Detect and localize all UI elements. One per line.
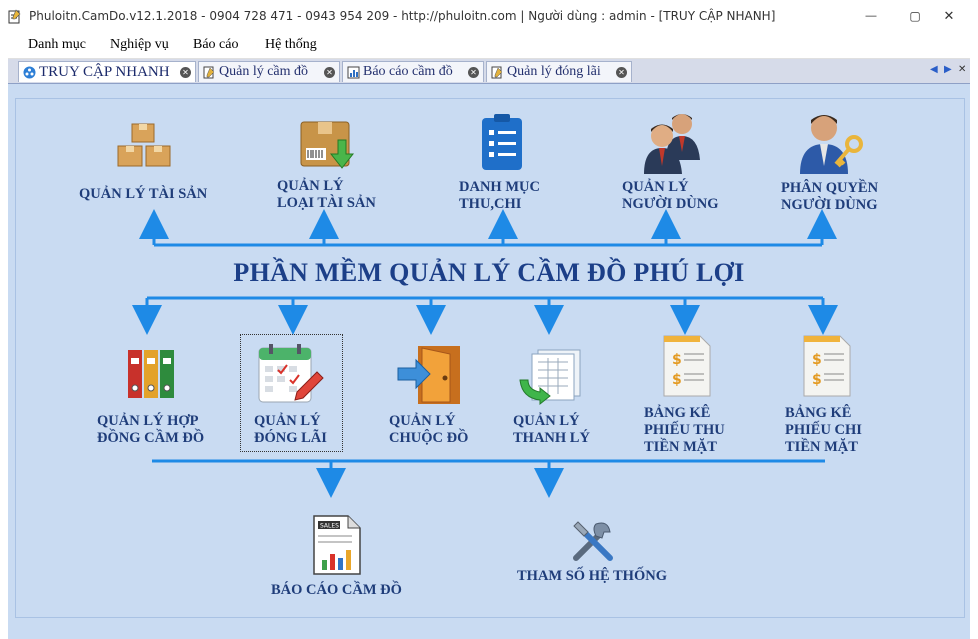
maximize-button[interactable]: ▢ <box>898 4 932 28</box>
item-bang-ke-phieu-chi[interactable]: BẢNG KÊ PHIẾU CHI TIỀN MẶT <box>785 405 862 456</box>
tab-close-icon[interactable]: ✕ <box>616 66 627 78</box>
calendar-edit-icon[interactable] <box>257 342 327 408</box>
item-bang-ke-phieu-thu[interactable]: BẢNG KÊ PHIẾU THU TIỀN MẶT <box>644 405 725 456</box>
document-edit-icon <box>491 66 503 78</box>
main-title: PHẦN MỀM QUẢN LÝ CẦM ĐỒ PHÚ LỢI <box>233 258 745 287</box>
tab-label: TRUY CẬP NHANH <box>39 63 170 80</box>
close-button[interactable]: ✕ <box>932 4 966 28</box>
quick-access-icon <box>23 66 36 78</box>
item-quan-ly-dong-lai[interactable]: QUẢN LÝ ĐÓNG LÃI <box>254 413 327 447</box>
svg-text:$: $ <box>672 352 682 368</box>
menu-bao-cao[interactable]: Báo cáo <box>193 37 238 53</box>
title-bar: Phuloitn.CamDo.v12.1.2018 - 0904 728 471… <box>0 0 978 32</box>
tab-next-icon[interactable]: ▶ <box>944 64 952 75</box>
sheet-refresh-icon[interactable] <box>516 346 586 406</box>
item-quan-ly-hop-dong[interactable]: QUẢN LÝ HỢP ĐỒNG CẦM ĐỒ <box>97 413 204 447</box>
app-icon <box>8 9 21 24</box>
minimize-icon: — <box>865 10 877 22</box>
tab-close-icon[interactable]: ✕ <box>468 66 479 78</box>
clipboard-list-icon[interactable] <box>480 112 524 172</box>
binders-icon[interactable] <box>126 348 176 400</box>
menu-he-thong[interactable]: Hệ thống <box>265 37 317 53</box>
menu-danh-muc[interactable]: Danh mục <box>28 37 86 53</box>
tab-label: Quản lý đóng lãi <box>507 64 601 79</box>
user-key-icon[interactable] <box>798 108 868 176</box>
sales-badge: SALES <box>320 523 339 530</box>
tab-prev-icon[interactable]: ◀ <box>930 64 938 75</box>
tab-close-icon[interactable]: ✕ <box>324 66 335 78</box>
tab-label: Báo cáo cầm đồ <box>363 64 453 79</box>
close-icon: ✕ <box>943 8 955 23</box>
tab-quan-ly-dong-lai[interactable]: Quản lý đóng lãi ✕ <box>486 61 632 82</box>
item-quan-ly-tai-san[interactable]: QUẢN LÝ TÀI SẢN <box>79 186 207 203</box>
door-enter-icon[interactable] <box>396 344 464 406</box>
item-bao-cao-cam-do[interactable]: BÁO CÁO CẦM ĐỒ <box>271 582 402 599</box>
users-icon[interactable] <box>640 106 704 176</box>
minimize-button[interactable]: — <box>854 4 888 28</box>
tab-quan-ly-cam-do[interactable]: Quản lý cầm đồ ✕ <box>198 61 340 82</box>
item-tham-so-he-thong[interactable]: THAM SỐ HỆ THỐNG <box>517 568 667 585</box>
tab-truy-cap-nhanh[interactable]: TRUY CẬP NHANH ✕ <box>18 61 196 82</box>
tab-close-icon[interactable]: ✕ <box>180 66 191 78</box>
tools-icon[interactable] <box>570 518 616 564</box>
item-phan-quyen-nguoi-dung[interactable]: PHÂN QUYỀN NGƯỜI DÙNG <box>781 180 878 214</box>
item-quan-ly-chuoc-do[interactable]: QUẢN LÝ CHUỘC ĐỒ <box>389 413 468 447</box>
receipt-money-icon[interactable]: $ $ <box>800 334 852 398</box>
menu-nghiep-vu[interactable]: Nghiệp vụ <box>110 37 169 53</box>
svg-text:$: $ <box>672 372 682 388</box>
tab-close-all-icon[interactable]: ✕ <box>958 64 966 75</box>
tab-bar: TRUY CẬP NHANH ✕ Quản lý cầm đồ ✕ Báo cá… <box>8 59 970 84</box>
boxes-icon[interactable] <box>112 120 176 180</box>
item-quan-ly-loai-tai-san[interactable]: QUẢN LÝ LOẠI TÀI SẢN <box>277 178 376 212</box>
item-danh-muc-thu-chi[interactable]: DANH MỤC THU,CHI <box>459 179 540 213</box>
receipt-money-icon[interactable]: $ $ <box>660 334 712 398</box>
item-quan-ly-nguoi-dung[interactable]: QUẢN LÝ NGƯỜI DÙNG <box>622 179 719 213</box>
menu-bar: Danh mục Nghiệp vụ Báo cáo Hệ thống <box>8 33 970 59</box>
window-title: Phuloitn.CamDo.v12.1.2018 - 0904 728 471… <box>29 9 776 23</box>
svg-text:$: $ <box>812 372 822 388</box>
sales-report-icon[interactable]: SALES <box>312 514 362 576</box>
tab-label: Quản lý cầm đồ <box>219 64 309 79</box>
package-download-icon[interactable] <box>298 116 358 174</box>
svg-text:$: $ <box>812 352 822 368</box>
report-chart-icon <box>347 66 360 78</box>
tab-bao-cao-cam-do[interactable]: Báo cáo cầm đồ ✕ <box>342 61 484 82</box>
maximize-icon: ▢ <box>909 9 921 23</box>
document-edit-icon <box>203 66 215 78</box>
item-quan-ly-thanh-ly[interactable]: QUẢN LÝ THANH LÝ <box>513 413 590 447</box>
